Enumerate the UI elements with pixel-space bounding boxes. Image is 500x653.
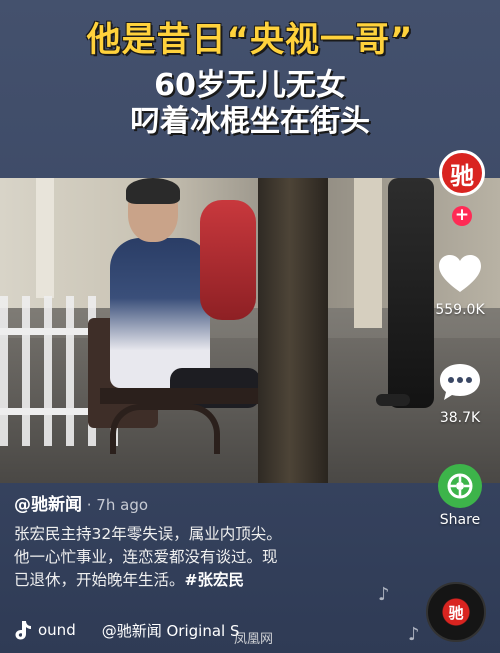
man-figure — [110, 238, 210, 388]
author-avatar[interactable]: 驰 — [439, 150, 485, 196]
share-label: Share — [439, 512, 481, 528]
follow-button[interactable]: + — [452, 206, 472, 226]
hashtag-link[interactable]: #张宏民 — [185, 571, 245, 589]
bench-leg — [110, 404, 220, 454]
comment-button[interactable]: 38.7K — [420, 362, 500, 426]
share-icon — [438, 464, 482, 508]
description-line: 已退休，开始晚年生活。 — [14, 571, 185, 589]
author-handle[interactable]: @驰新闻 — [14, 495, 82, 515]
like-count: 559.0K — [435, 302, 485, 318]
passerby-shoe — [376, 394, 410, 406]
watermark: 凤凰网 — [234, 632, 274, 647]
overlay-headline: 他是昔日“央视一哥” — [86, 20, 414, 60]
scene-column — [36, 178, 54, 298]
post-caption: @驰新闻 · 7h ago 张宏民主持32年零失误，属业内顶尖。 他一心忙事业，… — [14, 490, 414, 592]
share-button[interactable]: Share — [420, 464, 500, 528]
description-line: 他一心忙事业，连恋爱都没有谈过。现 — [14, 548, 278, 566]
comment-icon — [440, 364, 480, 400]
man-hair — [126, 178, 180, 204]
music-disc-icon[interactable]: 驰 — [426, 582, 486, 642]
window-post — [258, 178, 328, 483]
post-description: 张宏民主持32年零失误，属业内顶尖。 他一心忙事业，连恋爱都没有谈过。现 已退休… — [14, 523, 414, 592]
comment-count: 38.7K — [439, 410, 481, 426]
overlay-subline-2: 叼着冰棍坐在街头 — [130, 104, 370, 139]
heart-icon — [439, 255, 481, 292]
video-player[interactable]: 他是昔日“央视一哥” 60岁无儿无女 叼着冰棍坐在街头 驰 + 559.0K 3… — [0, 0, 500, 653]
scene-column — [354, 178, 382, 328]
description-line: 张宏民主持32年零失误，属业内顶尖。 — [14, 525, 282, 543]
sound-name-left: ound — [38, 621, 76, 639]
red-bag — [200, 200, 256, 320]
music-note-icon — [15, 621, 31, 640]
bench-seat — [100, 388, 260, 404]
like-button[interactable]: 559.0K — [420, 254, 500, 318]
sound-ticker[interactable]: ound @驰新闻 Original S — [14, 618, 394, 642]
sound-name-right: @驰新闻 Original S — [101, 621, 240, 640]
music-note-icon: ♪ — [378, 584, 390, 605]
music-note-icon: ♪ — [408, 624, 420, 645]
video-frame — [0, 178, 500, 483]
post-time: · 7h ago — [82, 496, 149, 514]
